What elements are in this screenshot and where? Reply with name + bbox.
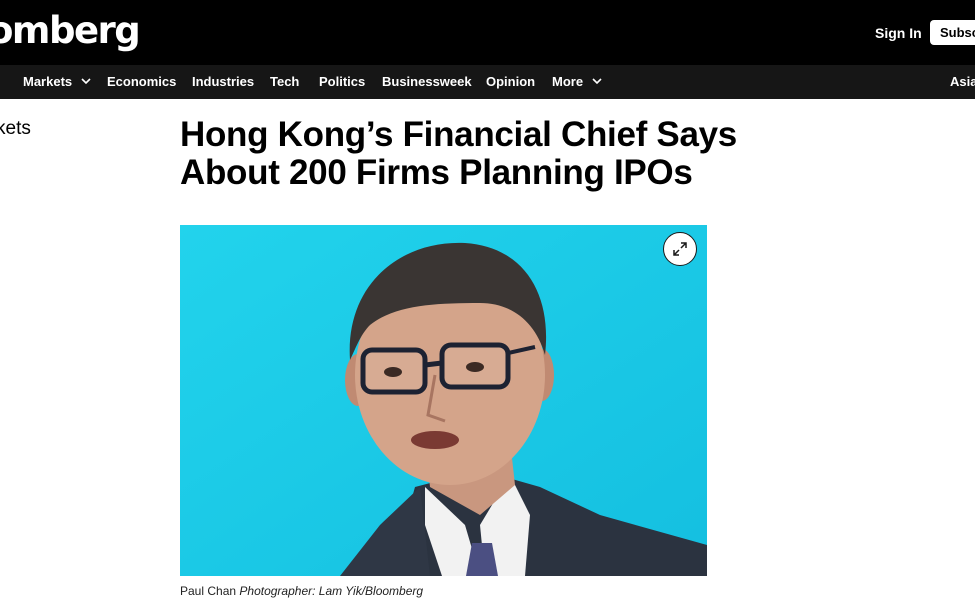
sign-in-link[interactable]: Sign In xyxy=(875,25,922,41)
bloomberg-logo[interactable]: omberg xyxy=(0,9,141,52)
nav-item-label: Politics xyxy=(319,74,366,89)
nav-item-more[interactable]: More xyxy=(552,65,602,99)
section-label[interactable]: kets xyxy=(0,118,31,140)
nav-item-markets[interactable]: Markets xyxy=(23,65,91,99)
caption-credit: Photographer: Lam Yik/Bloomberg xyxy=(239,584,424,598)
nav-item-label: Industries xyxy=(192,74,255,89)
main-nav: Markets Economics Industries Tech Politi… xyxy=(0,65,975,99)
chevron-down-icon xyxy=(81,78,91,85)
nav-item-label: Opinion xyxy=(486,74,536,89)
chevron-down-icon xyxy=(592,78,602,85)
nav-item-businessweek[interactable]: Businessweek xyxy=(382,65,472,99)
nav-item-label: Tech xyxy=(270,74,300,89)
image-caption: Paul Chan Photographer: Lam Yik/Bloomber… xyxy=(180,584,423,598)
nav-item-industries[interactable]: Industries xyxy=(192,65,254,99)
expand-image-button[interactable] xyxy=(663,232,697,266)
caption-subject: Paul Chan xyxy=(180,584,237,598)
nav-item-politics[interactable]: Politics xyxy=(319,65,365,99)
nav-item-label: Economics xyxy=(107,74,177,89)
nav-item-label: Asia xyxy=(950,74,975,89)
nav-item-label: More xyxy=(552,74,584,89)
nav-item-label: Markets xyxy=(23,74,73,89)
article-headline: Hong Kong’s Financial Chief Says About 2… xyxy=(180,115,737,192)
top-bar: omberg Sign In Subscribe xyxy=(0,0,975,65)
portrait-illustration xyxy=(180,225,707,576)
nav-item-economics[interactable]: Economics xyxy=(107,65,176,99)
nav-item-asia[interactable]: Asia xyxy=(950,65,975,99)
nav-item-label: Businessweek xyxy=(382,74,472,89)
article-hero-image[interactable] xyxy=(180,225,707,576)
expand-arrows-icon xyxy=(673,242,687,256)
subscribe-button[interactable]: Subscribe xyxy=(930,20,975,45)
nav-item-tech[interactable]: Tech xyxy=(270,65,299,99)
nav-item-opinion[interactable]: Opinion xyxy=(486,65,535,99)
